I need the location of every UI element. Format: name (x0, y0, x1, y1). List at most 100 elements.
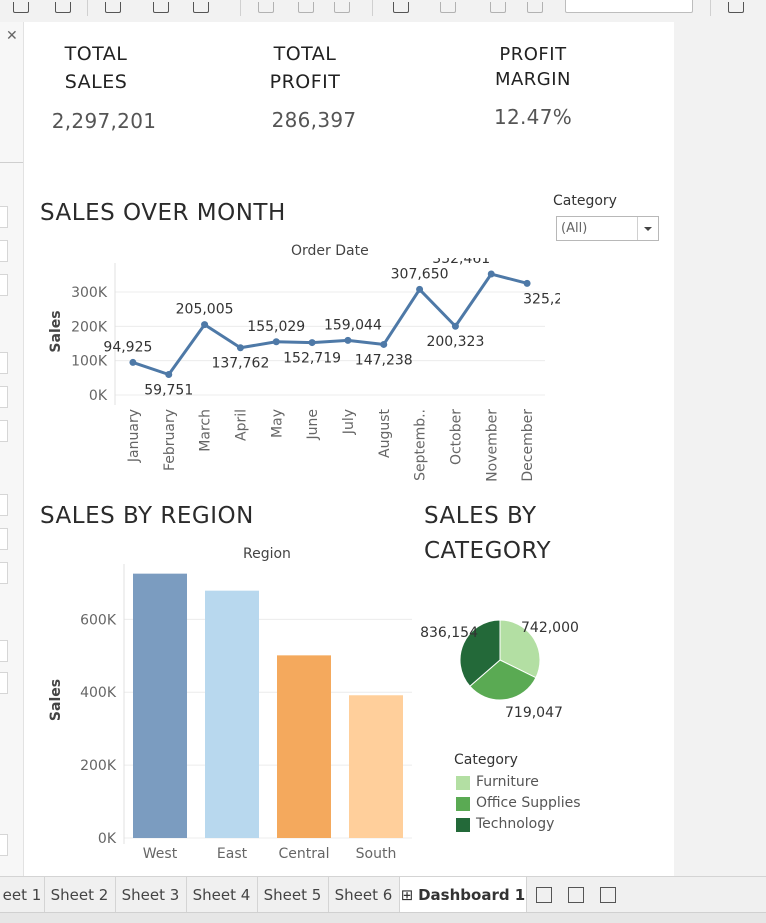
swap-icon[interactable] (258, 2, 274, 13)
pie-label: 719,047 (505, 705, 563, 721)
data-point (416, 285, 424, 293)
data-point (129, 358, 137, 366)
panel-object[interactable] (0, 352, 8, 374)
sales-over-month-chart: 0K 100K 200K 300K Sales 94,925 January59,751 Fe… (48, 258, 560, 482)
tab-sheet-5[interactable]: Sheet 5 (257, 877, 329, 913)
tab-sheet-4[interactable]: Sheet 4 (186, 877, 258, 913)
tab-sheet-6[interactable]: Sheet 6 (328, 877, 400, 913)
sales-over-month-title: SALES OVER MONTH (40, 200, 286, 226)
data-label: 137,762 (211, 356, 269, 372)
legend-swatch (456, 818, 470, 832)
tab-sheet-2[interactable]: Sheet 2 (44, 877, 116, 913)
save-icon[interactable] (13, 2, 29, 13)
sort-ascending-icon[interactable] (298, 2, 314, 13)
panel-object[interactable] (0, 672, 8, 694)
tab-sheet-1[interactable]: eet 1 (0, 877, 45, 913)
category-filter-value: (All) (561, 221, 588, 236)
data-point (523, 279, 531, 287)
profit-margin-title-line1: PROFIT (499, 44, 567, 65)
presentation-mode-icon[interactable] (728, 2, 744, 13)
x-tick-label: March (198, 409, 214, 452)
x-tick-label: August (377, 408, 393, 458)
toolbar-separator (710, 0, 711, 16)
legend-label: Office Supplies (476, 795, 581, 811)
panel-object[interactable] (0, 206, 8, 228)
legend-title: Category (454, 752, 518, 768)
data-point (272, 338, 280, 346)
total-sales-title-line1: TOTAL (64, 43, 128, 65)
chevron-down-icon[interactable] (637, 217, 658, 240)
new-sheet-icon[interactable] (105, 2, 121, 13)
bar-south (349, 695, 403, 838)
tab-sheet-3[interactable]: Sheet 3 (115, 877, 187, 913)
y-tick-label: 400K (80, 685, 117, 701)
sales-by-category-chart: 742,000 719,047 836,154 (420, 619, 579, 721)
data-point (201, 321, 209, 329)
panel-divider (0, 162, 23, 163)
x-tick-label: May (269, 409, 285, 438)
toolbar-separator (87, 0, 88, 16)
toolbar-separator (372, 0, 373, 16)
dashboard-icon: ⊞ (400, 886, 419, 904)
data-point (487, 270, 495, 278)
panel-object[interactable] (0, 834, 8, 856)
toolbar (0, 0, 766, 23)
fit-dropdown[interactable] (565, 0, 693, 13)
category-filter-label: Category (553, 193, 617, 209)
x-tick-label: December (520, 409, 536, 482)
x-tick-label: July (341, 409, 357, 435)
profit-margin-title-line2: MARGIN (494, 69, 572, 90)
duplicate-icon[interactable] (153, 2, 169, 13)
sales-by-category-title-line1: SALES BY (424, 503, 537, 529)
sheet-tabs: eet 1 Sheet 2 Sheet 3 Sheet 4 Sheet 5 Sh… (0, 876, 766, 913)
panel-object[interactable] (0, 420, 8, 442)
panel-object[interactable] (0, 274, 8, 296)
total-profit-title-line2: PROFIT (269, 71, 341, 93)
x-tick-label: Central (279, 846, 330, 862)
panel-object[interactable] (0, 240, 8, 262)
new-datasource-icon[interactable] (55, 2, 71, 13)
total-sales-value: 2,297,201 (51, 109, 157, 133)
tab-dashboard-1[interactable]: ⊞ Dashboard 1 (400, 877, 527, 913)
panel-object[interactable] (0, 494, 8, 516)
total-sales-title: TOTAL SALES (46, 40, 146, 96)
x-tick-label: February (162, 409, 178, 471)
category-filter-dropdown[interactable]: (All) (556, 216, 659, 241)
y-axis-label: Sales (48, 310, 64, 352)
data-label: 147,238 (355, 352, 413, 368)
data-label: 155,029 (247, 319, 305, 335)
data-point (308, 339, 316, 347)
highlight-icon[interactable] (393, 2, 409, 13)
panel-object[interactable] (0, 386, 8, 408)
sort-descending-icon[interactable] (334, 2, 350, 13)
fix-axes-icon[interactable] (527, 2, 543, 13)
total-sales-title-line2: SALES (64, 71, 128, 93)
data-label: 159,044 (324, 317, 382, 333)
pie-label: 742,000 (521, 620, 579, 636)
panel-object[interactable] (0, 562, 8, 584)
bar-east (205, 590, 259, 838)
clear-sheet-icon[interactable] (193, 2, 209, 13)
data-label: 352,461 (432, 258, 490, 267)
new-story-icon[interactable] (600, 887, 616, 903)
group-icon[interactable] (440, 2, 456, 13)
sales-by-region-title: SALES BY REGION (40, 503, 254, 529)
panel-object[interactable] (0, 640, 8, 662)
label-icon[interactable] (490, 2, 506, 13)
data-label: 200,323 (426, 334, 484, 350)
new-worksheet-icon[interactable] (536, 887, 552, 903)
line-chart-title: Order Date (291, 243, 369, 259)
bar-chart-title: Region (243, 546, 291, 562)
sales-by-region-chart: 0K 200K 400K 600K Sales West East Central South (48, 564, 412, 862)
close-icon[interactable]: ✕ (6, 28, 18, 44)
panel-object[interactable] (0, 528, 8, 550)
legend-label: Technology (476, 816, 555, 832)
total-profit-value: 286,397 (271, 108, 357, 132)
new-dashboard-icon[interactable] (568, 887, 584, 903)
side-panel: ✕ (0, 22, 24, 876)
x-tick-label: October (448, 409, 464, 465)
data-point (236, 344, 244, 352)
data-label: 59,751 (144, 382, 193, 398)
profit-margin-title: PROFIT MARGIN (483, 42, 583, 92)
total-profit-title: TOTAL PROFIT (255, 40, 355, 96)
